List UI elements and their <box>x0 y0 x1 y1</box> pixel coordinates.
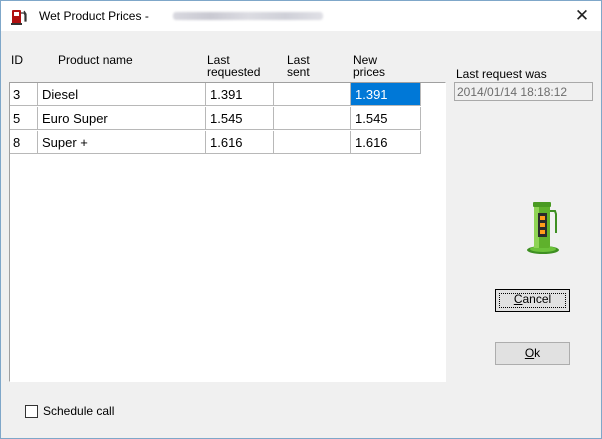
cell-last-requested[interactable]: 1.391 <box>206 83 274 106</box>
header-last-requested-line2: requested <box>207 65 261 79</box>
header-product-name: Product name <box>58 53 133 67</box>
schedule-call-checkbox[interactable] <box>25 405 38 418</box>
header-last-sent-line2: sent <box>287 65 310 79</box>
cell-last-sent[interactable] <box>274 107 351 130</box>
cell-new-price[interactable]: 1.391 <box>351 83 421 106</box>
cell-last-sent[interactable] <box>274 131 351 154</box>
cell-product-name[interactable]: Super + <box>38 131 206 154</box>
cell-last-requested[interactable]: 1.616 <box>206 131 274 154</box>
cancel-button[interactable]: Cancel <box>495 289 570 312</box>
cell-last-requested[interactable]: 1.545 <box>206 107 274 130</box>
ok-label: Ok <box>524 346 541 360</box>
window-title: Wet Product Prices - <box>39 9 149 23</box>
cell-new-price[interactable]: 1.545 <box>351 107 421 130</box>
cell-product-name[interactable]: Euro Super <box>38 107 206 130</box>
schedule-call-label[interactable]: Schedule call <box>43 404 114 418</box>
fuel-pump-icon <box>527 202 559 254</box>
ok-button[interactable]: Ok <box>495 342 570 365</box>
fuel-pump-icon <box>11 10 27 25</box>
cell-last-sent[interactable] <box>274 83 351 106</box>
cancel-label: Cancel <box>513 292 552 306</box>
title-bar[interactable]: Wet Product Prices - ✕ <box>1 1 601 31</box>
cell-id[interactable]: 3 <box>10 83 38 106</box>
title-redacted <box>173 12 323 20</box>
price-grid[interactable]: 3 Diesel 1.391 1.391 5 Euro Super 1.545 … <box>9 82 446 382</box>
last-request-field: 2014/01/14 18:18:12 <box>454 82 593 101</box>
cell-id[interactable]: 8 <box>10 131 38 154</box>
cell-product-name[interactable]: Diesel <box>38 83 206 106</box>
cell-id[interactable]: 5 <box>10 107 38 130</box>
header-id: ID <box>11 53 23 67</box>
header-new-prices-line2: prices <box>353 65 386 79</box>
close-button[interactable]: ✕ <box>567 3 597 29</box>
last-request-label: Last request was <box>456 67 547 81</box>
dialog-window: Wet Product Prices - ✕ ID Product name L… <box>0 0 602 439</box>
cell-new-price[interactable]: 1.616 <box>351 131 421 154</box>
